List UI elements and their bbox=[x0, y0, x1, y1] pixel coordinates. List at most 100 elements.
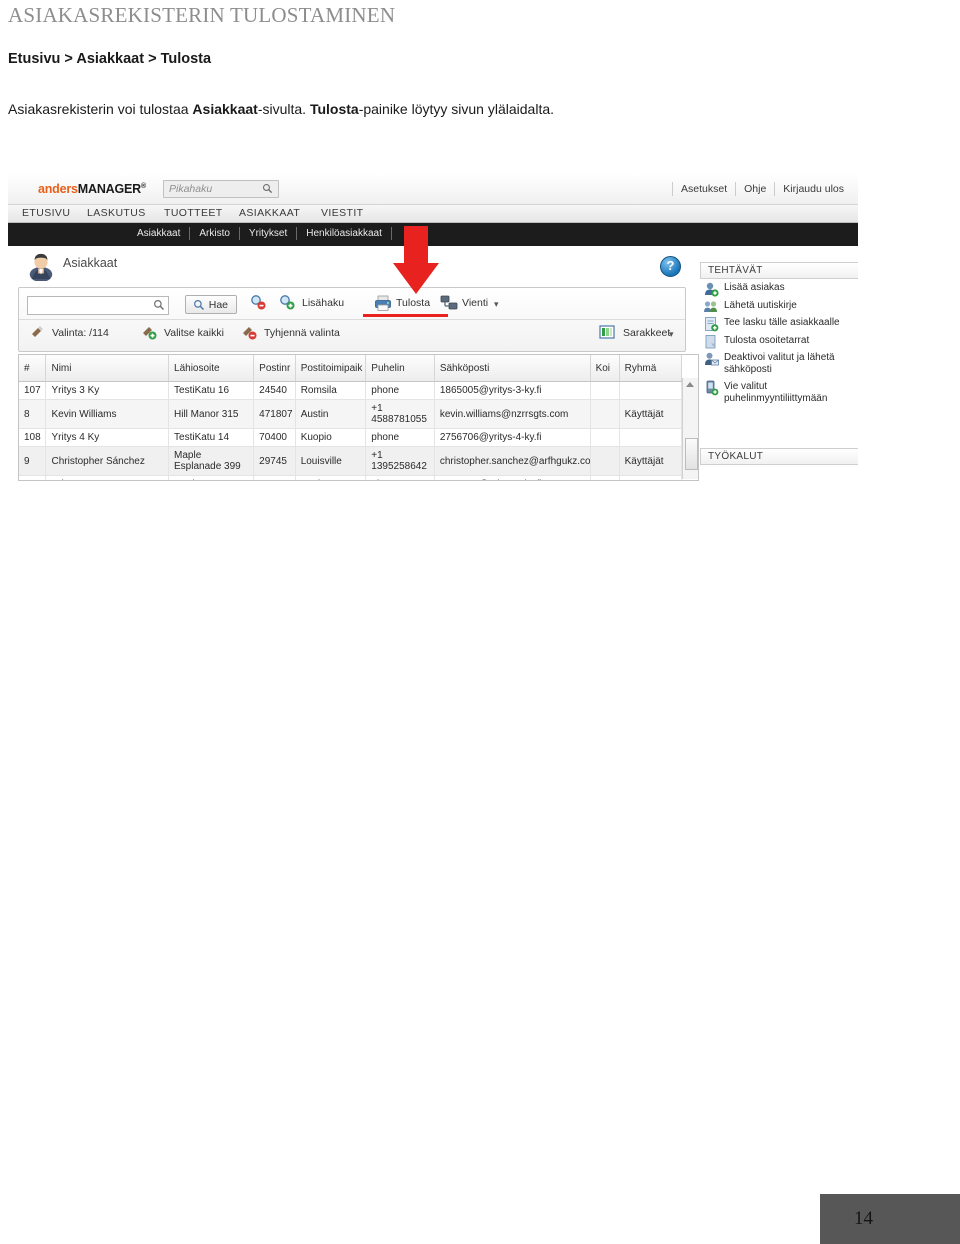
nav-item-tuotteet[interactable]: TUOTTEET bbox=[164, 207, 223, 219]
cell-country bbox=[590, 381, 620, 400]
subnav-item-arkisto[interactable]: Arkisto bbox=[190, 227, 240, 240]
column-header-name[interactable]: Nimi bbox=[45, 355, 170, 382]
cell-name: Christopher Sánchez bbox=[45, 446, 170, 476]
column-header-country[interactable]: Koi bbox=[590, 355, 620, 382]
table-row[interactable]: 107 Yritys 3 Ky TestiKatu 16 24540 Romsi… bbox=[19, 381, 683, 400]
columns-button[interactable]: Sarakkeet bbox=[623, 326, 670, 340]
nav-item-etusivu[interactable]: ETUSIVU bbox=[22, 207, 70, 219]
select-all-icon bbox=[143, 327, 157, 340]
column-header-group[interactable]: Ryhmä bbox=[619, 355, 683, 382]
column-header-index[interactable]: # bbox=[19, 355, 47, 382]
task-create-invoice[interactable]: Tee lasku tälle asiakkaalle bbox=[700, 314, 858, 332]
cell-group bbox=[619, 428, 683, 447]
cell-index: 9 bbox=[19, 446, 47, 476]
top-link-help[interactable]: Ohje bbox=[736, 182, 776, 196]
task-deactivate-and-email[interactable]: Deaktivoi valitut ja lähetä sähköposti bbox=[700, 349, 858, 378]
content-title: Asiakkaat bbox=[63, 256, 118, 270]
toolbar-divider bbox=[19, 319, 685, 320]
app-logo: andersMANAGER® bbox=[38, 182, 146, 196]
page-title: ASIAKASREKISTERIN TULOSTAMINEN bbox=[8, 3, 396, 27]
search-input[interactable] bbox=[27, 296, 169, 315]
top-link-settings[interactable]: Asetukset bbox=[672, 182, 737, 196]
cell-postcode: 70400 bbox=[253, 428, 296, 447]
cell-name: Kevin Williams bbox=[45, 399, 170, 429]
paragraph-text-2: -sivulta. bbox=[257, 101, 310, 117]
export-dropdown-caret-icon[interactable]: ▾ bbox=[494, 297, 499, 311]
cell-address: Hill Manor 315 bbox=[168, 399, 255, 429]
cell-phone: +1 1395258642 bbox=[365, 446, 435, 476]
nav-item-asiakkaat[interactable]: ASIAKKAAT bbox=[239, 207, 300, 219]
grid-scrollbar[interactable] bbox=[682, 378, 698, 479]
annotation-underline bbox=[363, 314, 448, 317]
task-label: Tulosta osoitetarrat bbox=[724, 334, 810, 346]
cell-phone: phone bbox=[365, 475, 435, 480]
select-all-button[interactable]: Valitse kaikki bbox=[164, 326, 224, 340]
table-row[interactable]: 8 Kevin Williams Hill Manor 315 471807 A… bbox=[19, 399, 683, 429]
column-header-postcode[interactable]: Postinr bbox=[253, 355, 296, 382]
advanced-search-button[interactable]: Lisähaku bbox=[302, 296, 344, 310]
scroll-up-icon[interactable] bbox=[686, 382, 694, 387]
top-link-logout[interactable]: Kirjaudu ulos bbox=[775, 182, 852, 196]
cell-city: Romsila bbox=[295, 381, 367, 400]
column-header-email[interactable]: Sähköposti bbox=[434, 355, 591, 382]
columns-icon bbox=[599, 325, 615, 339]
invoice-document-icon bbox=[705, 317, 719, 332]
paragraph-text-1: Asiakasrekisterin voi tulostaa bbox=[8, 101, 193, 117]
cell-index: 108 bbox=[19, 428, 47, 447]
customers-table: # Nimi Lähiosoite Postinr Postitoimipaik… bbox=[19, 355, 683, 480]
table-row[interactable]: 9 Christopher Sánchez Maple Esplanade 39… bbox=[19, 446, 683, 476]
columns-dropdown-caret-icon[interactable]: ▾ bbox=[669, 327, 674, 341]
task-export-to-telemarketing[interactable]: Vie valitut puhelinmyyntiliittymään bbox=[700, 378, 858, 407]
help-icon[interactable]: ? bbox=[660, 256, 681, 277]
breadcrumb: Etusivu > Asiakkaat > Tulosta bbox=[8, 51, 212, 67]
cell-address: TestiKatu 14 bbox=[168, 428, 255, 447]
quick-search-field[interactable]: Pikahaku bbox=[163, 180, 279, 198]
annotation-arrow-icon bbox=[393, 226, 439, 294]
nav-item-viestit[interactable]: VIESTIT bbox=[321, 207, 363, 219]
label-page-icon bbox=[705, 334, 716, 348]
search-remove-icon bbox=[251, 295, 266, 310]
cell-address: Maple Esplanade 399 bbox=[168, 446, 255, 476]
selection-count-label: Valinta: /114 bbox=[52, 327, 109, 339]
cell-email: kevin.williams@nzrrsgts.com bbox=[434, 399, 591, 429]
cell-index: 107 bbox=[19, 381, 47, 400]
paragraph-bold-tulosta: Tulosta bbox=[309, 101, 359, 117]
column-header-city[interactable]: Postitoimipaik bbox=[295, 355, 367, 382]
print-button[interactable]: Tulosta bbox=[396, 296, 430, 310]
task-print-address-labels[interactable]: Tulosta osoitetarrat bbox=[700, 332, 858, 350]
scrollbar-thumb[interactable] bbox=[685, 438, 698, 470]
subnav-item-henkiloasiakkaat[interactable]: Henkilöasiakkaat bbox=[297, 227, 392, 240]
export-button[interactable]: Vienti bbox=[462, 296, 488, 310]
cell-address: TestiKatu 16 bbox=[168, 475, 255, 480]
search-icon bbox=[194, 300, 205, 311]
nav-item-laskutus[interactable]: LASKUTUS bbox=[87, 207, 146, 219]
cell-group bbox=[619, 381, 683, 400]
clear-selection-button[interactable]: Tyhjennä valinta bbox=[264, 326, 340, 340]
tasks-panel-heading: TEHTÄVÄT bbox=[700, 262, 858, 279]
task-label: Tee lasku tälle asiakkaalle bbox=[724, 317, 840, 328]
search-add-icon bbox=[280, 295, 295, 310]
mobile-phone-icon bbox=[706, 380, 719, 396]
cell-email: 2883924@yritys-5-ky.fi bbox=[434, 475, 591, 480]
selection-icon bbox=[32, 326, 43, 337]
brand-bar: andersMANAGER® Pikahaku Asetukset Ohje K… bbox=[8, 174, 858, 205]
task-send-newsletter[interactable]: Lähetä uutiskirje bbox=[700, 297, 858, 315]
task-add-customer[interactable]: Lisää asiakas bbox=[700, 279, 858, 297]
cell-name: Yritys 4 Ky bbox=[45, 428, 170, 447]
body-paragraph: Asiakasrekisterin voi tulostaa Asiakkaat… bbox=[8, 101, 554, 117]
cell-email: christopher.sanchez@arfhgukz.com bbox=[434, 446, 591, 476]
quick-search-placeholder: Pikahaku bbox=[169, 183, 213, 195]
table-row[interactable]: 108 Yritys 4 Ky TestiKatu 14 70400 Kuopi… bbox=[19, 428, 683, 447]
add-user-icon bbox=[705, 282, 719, 297]
column-header-phone[interactable]: Puhelin bbox=[365, 355, 435, 382]
cell-group: Käyttäjät bbox=[619, 399, 683, 429]
user-email-icon bbox=[705, 352, 719, 366]
table-row[interactable]: 109 Yritys 5 Ky TestiKatu 16 97901 Posio… bbox=[19, 475, 683, 480]
task-label: Lähetä uutiskirje bbox=[724, 299, 797, 311]
subnav-item-yritykset[interactable]: Yritykset bbox=[240, 227, 298, 240]
column-header-address[interactable]: Lähiosoite bbox=[168, 355, 255, 382]
cell-phone: +1 4588781055 bbox=[365, 399, 435, 429]
subnav-item-asiakkaat[interactable]: Asiakkaat bbox=[128, 227, 191, 240]
logo-registered-mark: ® bbox=[140, 182, 146, 190]
page-number-footer: 14 bbox=[820, 1194, 960, 1244]
